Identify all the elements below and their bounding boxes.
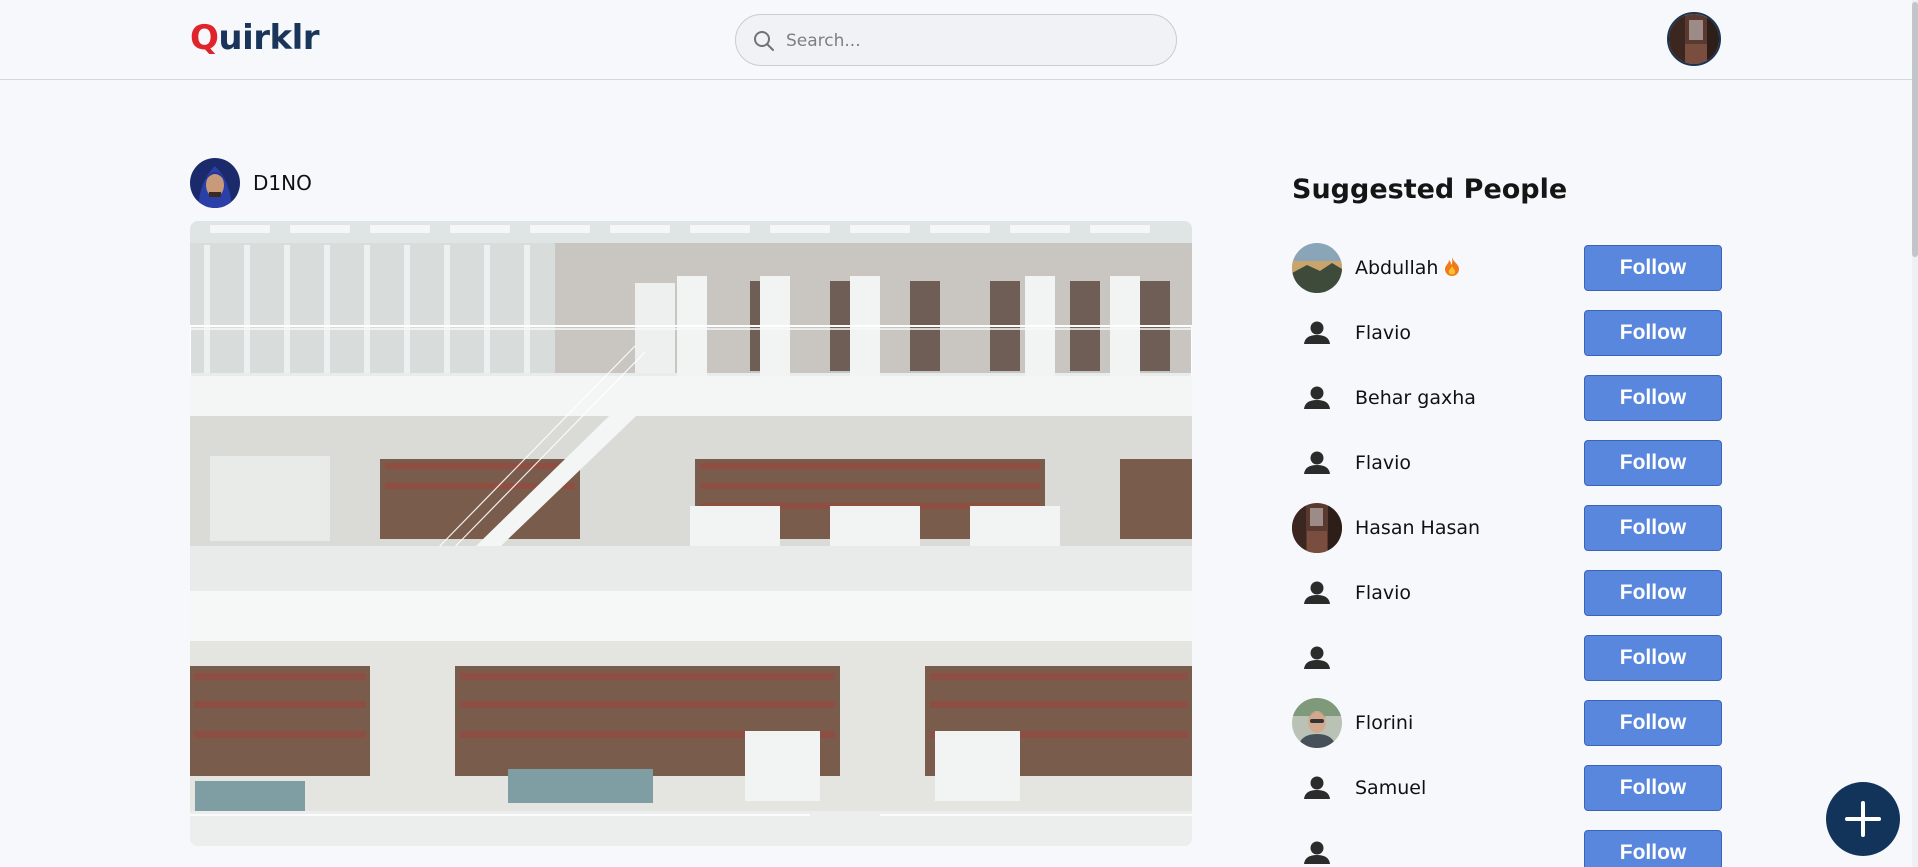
app-logo[interactable]: Quirklr [190, 18, 320, 58]
top-navbar: Quirklr [0, 0, 1918, 80]
default-user-icon [1292, 828, 1342, 867]
suggested-person: Flavio Follow [1292, 308, 1722, 373]
fire-icon [1444, 257, 1460, 281]
person-avatar[interactable] [1292, 763, 1342, 813]
person-avatar[interactable] [1292, 308, 1342, 358]
suggested-person: Follow [1292, 633, 1722, 698]
default-user-icon [1292, 633, 1342, 683]
follow-button[interactable]: Follow [1584, 505, 1722, 551]
person-avatar[interactable] [1292, 438, 1342, 488]
suggested-person: Samuel Follow [1292, 763, 1722, 828]
follow-button[interactable]: Follow [1584, 700, 1722, 746]
plus-icon [1845, 801, 1881, 837]
post-image[interactable] [190, 221, 1192, 846]
logo-text: uirklr [218, 18, 320, 58]
person-avatar[interactable] [1292, 828, 1342, 867]
person-name[interactable]: Behar gaxha [1355, 387, 1476, 409]
suggested-person: Abdullah Follow [1292, 243, 1722, 308]
page-scrollbar[interactable] [1912, 0, 1918, 867]
person-name[interactable]: Flavio [1355, 452, 1411, 474]
person-name[interactable]: Hasan Hasan [1355, 517, 1480, 539]
follow-button[interactable]: Follow [1584, 570, 1722, 616]
person-avatar[interactable] [1292, 568, 1342, 618]
scrollbar-thumb[interactable] [1912, 2, 1918, 257]
follow-button[interactable]: Follow [1584, 245, 1722, 291]
follow-button[interactable]: Follow [1584, 440, 1722, 486]
person-name[interactable]: Flavio [1355, 322, 1411, 344]
person-name[interactable]: Samuel [1355, 777, 1426, 799]
search-bar[interactable] [735, 14, 1177, 66]
follow-button[interactable]: Follow [1584, 375, 1722, 421]
default-user-icon [1292, 763, 1342, 813]
default-user-icon [1292, 568, 1342, 618]
person-avatar[interactable] [1292, 633, 1342, 683]
person-avatar[interactable] [1292, 698, 1342, 748]
follow-button[interactable]: Follow [1584, 310, 1722, 356]
suggested-people-title: Suggested People [1292, 174, 1568, 205]
person-name[interactable]: Abdullah [1355, 257, 1460, 281]
post-author[interactable]: D1NO [190, 158, 312, 208]
follow-button[interactable]: Follow [1584, 765, 1722, 811]
suggested-people-list: Abdullah Follow Flavio Follow Behar gaxh… [1292, 243, 1722, 867]
logo-letter-q: Q [190, 18, 219, 58]
suggested-person: Flavio Follow [1292, 438, 1722, 503]
follow-button[interactable]: Follow [1584, 635, 1722, 681]
follow-button[interactable]: Follow [1584, 830, 1722, 867]
person-avatar[interactable] [1292, 503, 1342, 553]
default-user-icon [1292, 438, 1342, 488]
suggested-person: Flavio Follow [1292, 568, 1722, 633]
post-author-name[interactable]: D1NO [253, 171, 312, 195]
person-avatar[interactable] [1292, 373, 1342, 423]
search-icon [754, 31, 774, 51]
suggested-person: Behar gaxha Follow [1292, 373, 1722, 438]
suggested-person: Follow [1292, 828, 1722, 867]
suggested-person: Florini Follow [1292, 698, 1722, 763]
user-avatar[interactable] [1667, 12, 1721, 66]
default-user-icon [1292, 308, 1342, 358]
default-user-icon [1292, 373, 1342, 423]
suggested-person: Hasan Hasan Follow [1292, 503, 1722, 568]
person-name[interactable]: Flavio [1355, 582, 1411, 604]
search-input[interactable] [786, 27, 1156, 55]
create-post-button[interactable] [1826, 782, 1900, 856]
person-name[interactable]: Florini [1355, 712, 1413, 734]
person-avatar[interactable] [1292, 243, 1342, 293]
post-author-avatar[interactable] [190, 158, 240, 208]
